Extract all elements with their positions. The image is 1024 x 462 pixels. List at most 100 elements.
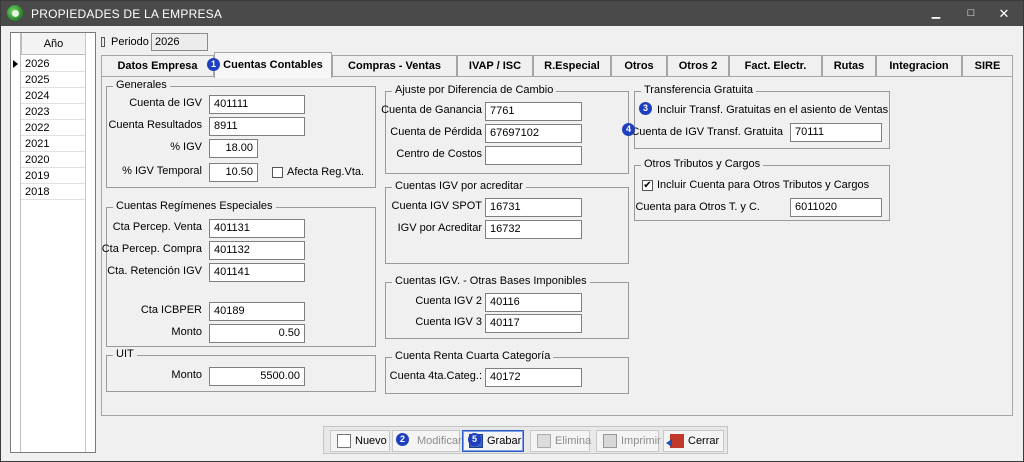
igv-acreditar-field[interactable]: 16732	[485, 220, 582, 239]
year-row[interactable]: 2022	[21, 121, 85, 136]
group-title: Cuentas IGV. - Otras Bases Imponibles	[392, 275, 590, 287]
pct-igv-field[interactable]: 18.00	[209, 139, 258, 158]
elimina-label: Elimina	[555, 435, 592, 447]
cuenta-ganancia-label: Cuenta de Ganancia	[381, 104, 482, 116]
cuenta-igv-2-field[interactable]: 40116	[485, 293, 582, 312]
icbper-field[interactable]: 40189	[209, 302, 305, 321]
cerrar-button[interactable]: Cerrar	[663, 430, 724, 452]
year-row[interactable]: 2020	[21, 153, 85, 168]
row-indicator-column	[11, 33, 21, 452]
grabar-label: Grabar	[487, 435, 522, 447]
maximize-button[interactable]: □	[956, 3, 986, 24]
year-row[interactable]: 2019	[21, 169, 85, 184]
centro-costos-field[interactable]	[485, 146, 582, 165]
group-title: Otros Tributos y Cargos	[641, 158, 764, 170]
afecta-reg-vta-checkbox[interactable]	[272, 167, 283, 178]
year-list[interactable]: Año 2026 2025 2024 2023 2022 2021 2020 2…	[10, 32, 96, 453]
cuenta-igv-spot-label: Cuenta IGV SPOT	[391, 200, 482, 212]
tab-otros[interactable]: Otros	[611, 55, 667, 77]
cuenta-igv-transf-field[interactable]: 70111	[790, 123, 882, 142]
year-row[interactable]: 2024	[21, 89, 85, 104]
group-title: Cuenta Renta Cuarta Categoría	[392, 350, 554, 362]
tab-bar: Datos Empresa Cuentas Contables Compras …	[101, 52, 1013, 78]
pct-igv-temporal-field[interactable]: 10.50	[209, 163, 258, 182]
year-row[interactable]: 2018	[21, 185, 85, 200]
cuenta-ganancia-field[interactable]: 7761	[485, 102, 582, 121]
new-document-icon	[337, 434, 351, 448]
modificar-label: Modificar	[417, 435, 462, 447]
cerrar-label: Cerrar	[688, 435, 720, 447]
retencion-igv-field[interactable]: 401141	[209, 263, 305, 282]
cuenta-resultados-field[interactable]: 8911	[209, 117, 305, 136]
cuenta-otros-tyc-label: Cuenta para Otros T. y C.	[635, 201, 760, 213]
callout-badge: 3	[639, 102, 652, 115]
callout-badge: 5	[468, 433, 481, 446]
tab-r-especial[interactable]: R.Especial	[533, 55, 611, 77]
tab-sire[interactable]: SIRE	[962, 55, 1013, 77]
callout-badge: 2	[396, 433, 409, 446]
tab-ivap-isc[interactable]: IVAP / ISC	[457, 55, 533, 77]
group-title: UIT	[113, 348, 137, 360]
tab-compras-ventas[interactable]: Compras - Ventas	[332, 55, 457, 77]
periodo-indicator-icon	[101, 37, 105, 47]
cuenta-4ta-label: Cuenta 4ta.Categ.:	[389, 370, 482, 382]
close-window-button[interactable]: ✕	[989, 3, 1019, 24]
igv-acreditar-label: IGV por Acreditar	[397, 222, 482, 234]
tab-otros-2[interactable]: Otros 2	[667, 55, 729, 77]
tab-rutas[interactable]: Rutas	[822, 55, 876, 77]
year-row[interactable]: 2023	[21, 105, 85, 120]
icbper-label: Cta ICBPER	[140, 304, 202, 316]
centro-costos-label: Centro de Costos	[396, 148, 482, 160]
cuenta-igv-field[interactable]: 401111	[209, 95, 305, 114]
cuenta-igv-3-label: Cuenta IGV 3	[415, 316, 482, 328]
generales-group: Generales Cuenta de IGV 401111 Cuenta Re…	[106, 79, 376, 188]
renta-cuarta-group: Cuenta Renta Cuarta Categoría Cuenta 4ta…	[385, 350, 629, 394]
year-row[interactable]: 2025	[21, 73, 85, 88]
incluir-transf-gratuitas-label[interactable]: Incluir Transf. Gratuitas en el asiento …	[657, 104, 888, 116]
otros-tributos-group: Otros Tributos y Cargos ✔ Incluir Cuenta…	[634, 158, 890, 221]
cuenta-igv-transf-label: Cuenta de IGV Transf. Gratuita	[631, 126, 783, 138]
tab-integracion[interactable]: Integracion	[876, 55, 962, 77]
group-title: Cuentas IGV por acreditar	[392, 180, 526, 192]
regimenes-especiales-group: Cuentas Regímenes Especiales Cta Percep.…	[102, 200, 376, 347]
cuenta-igv-2-label: Cuenta IGV 2	[415, 295, 482, 307]
exit-door-icon	[666, 434, 684, 448]
pct-igv-label: % IGV	[170, 141, 202, 153]
incluir-otros-tributos-label: Incluir Cuenta para Otros Tributos y Car…	[657, 179, 870, 191]
percep-compra-field[interactable]: 401132	[209, 241, 305, 260]
callout-badge: 4	[622, 123, 635, 136]
nuevo-button[interactable]: Nuevo	[330, 430, 390, 452]
percep-venta-field[interactable]: 401131	[209, 219, 305, 238]
tab-datos-empresa[interactable]: Datos Empresa	[101, 55, 214, 77]
uit-monto-field[interactable]: 5500.00	[209, 367, 305, 386]
cuenta-igv-spot-field[interactable]: 16731	[485, 198, 582, 217]
incluir-otros-tributos-checkbox[interactable]: ✔	[642, 180, 653, 191]
cuenta-otros-tyc-field[interactable]: 6011020	[790, 198, 882, 217]
year-column-header: Año	[21, 33, 85, 55]
tab-cuentas-contables[interactable]: Cuentas Contables	[214, 52, 332, 78]
year-row[interactable]: 2021	[21, 137, 85, 152]
periodo-label: Periodo	[111, 36, 149, 48]
minimize-button[interactable]: ▁	[921, 3, 951, 24]
retencion-igv-label: Cta. Retención IGV	[107, 265, 202, 277]
cuenta-igv-3-field[interactable]: 40117	[485, 314, 582, 333]
grid-line	[85, 33, 86, 452]
nuevo-label: Nuevo	[355, 435, 387, 447]
callout-badge: 1	[207, 58, 220, 71]
action-toolbar: Nuevo Modificar Grabar Elimina Imprimir …	[323, 426, 728, 454]
pct-igv-temporal-label: % IGV Temporal	[122, 165, 202, 177]
printer-icon	[603, 434, 617, 448]
uit-group: UIT Monto 5500.00	[106, 348, 376, 392]
group-title: Transferencia Gratuita	[641, 84, 757, 96]
cuenta-igv-label: Cuenta de IGV	[129, 97, 202, 109]
cuenta-perdida-field[interactable]: 67697102	[485, 124, 582, 143]
monto-icbper-field[interactable]: 0.50	[209, 324, 305, 343]
tab-fact-electr[interactable]: Fact. Electr.	[729, 55, 822, 77]
year-row[interactable]: 2026	[21, 57, 85, 72]
imprimir-button[interactable]: Imprimir	[596, 430, 661, 452]
elimina-button[interactable]: Elimina	[530, 430, 592, 452]
group-title: Generales	[113, 79, 170, 91]
trash-icon	[537, 434, 551, 448]
cuenta-4ta-field[interactable]: 40172	[485, 368, 582, 387]
periodo-field[interactable]: 2026	[151, 33, 208, 51]
